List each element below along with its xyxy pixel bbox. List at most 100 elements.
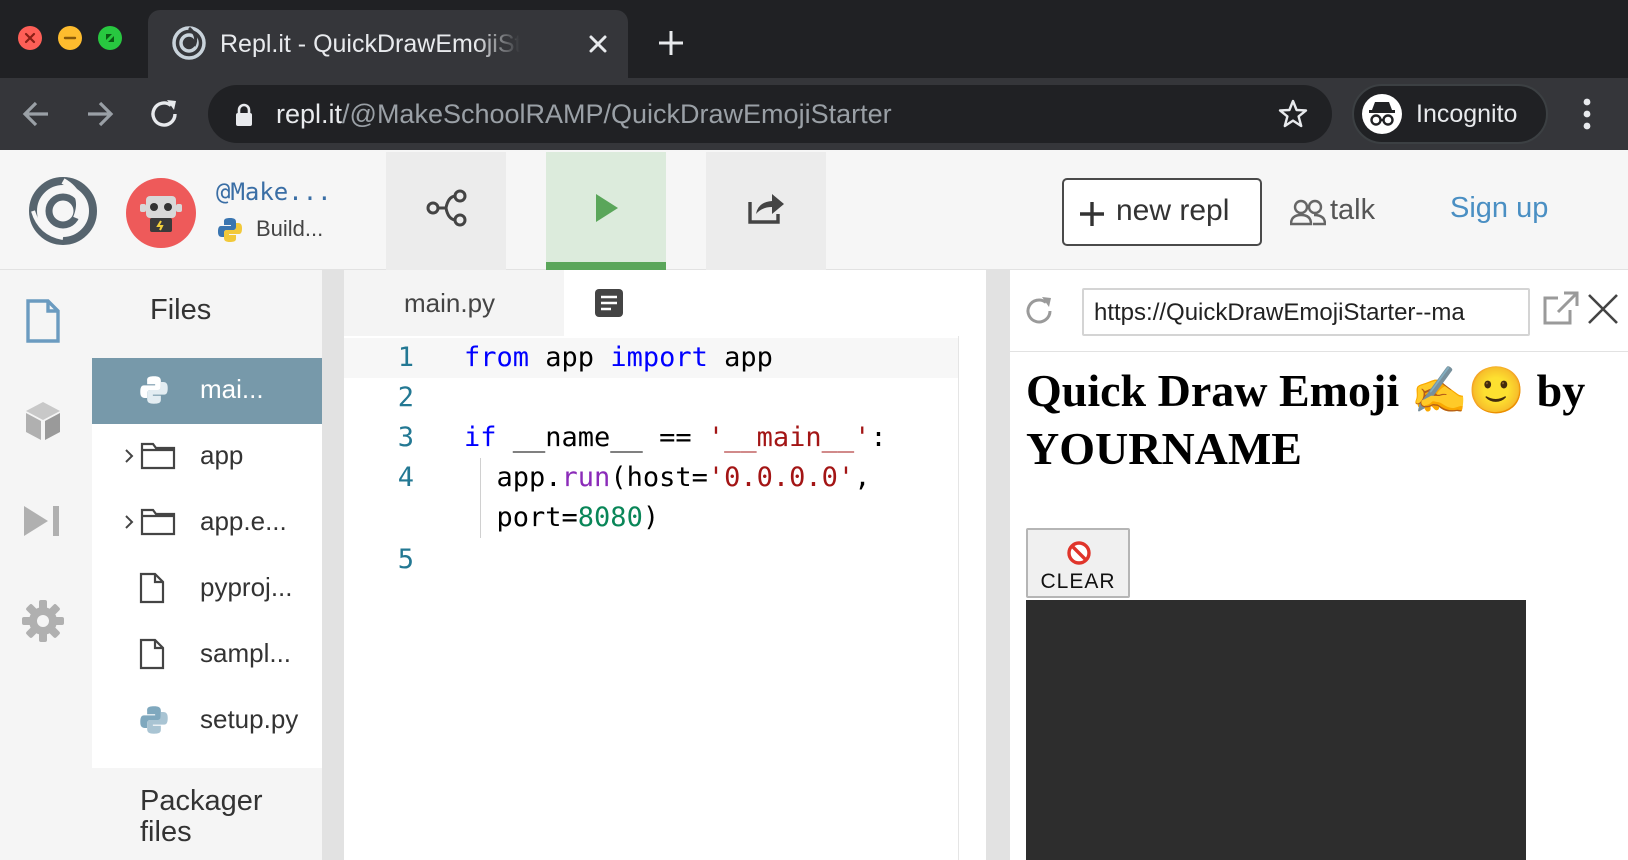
- drawing-canvas[interactable]: [1026, 600, 1526, 860]
- url-path: /@MakeSchoolRAMP/QuickDrawEmojiStarter: [342, 99, 892, 129]
- signup-link[interactable]: Sign up: [1450, 192, 1548, 225]
- talk-link[interactable]: talk: [1290, 194, 1390, 230]
- new-repl-label: new repl: [1116, 194, 1230, 227]
- repl-header: @Make... Build... new repl talk Sign up: [0, 150, 1628, 270]
- python-icon: [140, 376, 168, 404]
- file-icon: [139, 572, 165, 604]
- share-icon: [748, 194, 784, 224]
- browser-toolbar: repl.it/@MakeSchoolRAMP/QuickDrawEmojiSt…: [0, 78, 1628, 150]
- new-repl-button[interactable]: new repl: [1062, 178, 1262, 246]
- python-icon: [218, 218, 242, 242]
- clear-button[interactable]: CLEAR: [1026, 528, 1130, 598]
- output-webview: https://QuickDrawEmojiStarter--ma Quick …: [1010, 270, 1628, 860]
- editor-scrollbar[interactable]: [958, 336, 986, 860]
- open-external-icon[interactable]: [1542, 290, 1580, 326]
- file-icon: [139, 638, 165, 670]
- file-item-sample[interactable]: sampl...: [92, 622, 322, 688]
- file-list: mai... app app.e... pyproj... sampl... s…: [92, 358, 322, 768]
- share-button[interactable]: [706, 152, 826, 270]
- star-icon[interactable]: [1278, 99, 1308, 129]
- editor-tab-area: [564, 270, 986, 336]
- close-icon[interactable]: [584, 30, 612, 58]
- file-item-main[interactable]: mai...: [92, 358, 322, 424]
- window-minimize-button[interactable]: [58, 26, 82, 50]
- packager-files-title: Packager files: [140, 785, 263, 848]
- line-number: 4: [397, 462, 414, 493]
- reload-icon[interactable]: [146, 96, 182, 132]
- panel-resize-handle[interactable]: [322, 270, 344, 860]
- file-label: app.e...: [200, 506, 287, 536]
- editor-tab-bar: main.py: [344, 270, 986, 336]
- maximize-icon: [106, 34, 114, 42]
- code-line: if __name__ == '__main__':: [464, 422, 887, 453]
- code-line: port=8080): [464, 502, 660, 533]
- avatar[interactable]: [126, 178, 196, 248]
- plus-icon: [1080, 202, 1104, 226]
- close-icon[interactable]: [1586, 292, 1620, 326]
- replit-logo-icon: [172, 26, 206, 60]
- tab-main-py[interactable]: main.py: [344, 270, 564, 336]
- page-heading: Quick Draw Emoji ✍️🙂 by YOURNAME: [1026, 365, 1586, 474]
- address-bar[interactable]: repl.it/@MakeSchoolRAMP/QuickDrawEmojiSt…: [208, 85, 1332, 143]
- file-item-app[interactable]: app: [92, 424, 322, 490]
- tab-label: main.py: [404, 288, 496, 318]
- file-item-app-e[interactable]: app.e...: [92, 490, 322, 556]
- incognito-label: Incognito: [1416, 100, 1518, 128]
- prohibited-icon: [1067, 541, 1091, 565]
- code-line: from app import app: [464, 342, 773, 373]
- line-number: 2: [397, 382, 414, 413]
- python-icon: [140, 706, 168, 734]
- chevron-right-icon: [125, 515, 134, 529]
- code-editor: main.py 1 2 3 4 5 from app import app if…: [344, 270, 986, 860]
- webview-url-input[interactable]: https://QuickDrawEmojiStarter--ma: [1082, 288, 1530, 336]
- chevron-right-icon: [125, 449, 134, 463]
- browser-tab[interactable]: Repl.it - QuickDrawEmojiStarter: [148, 10, 628, 78]
- file-label: sampl...: [200, 638, 292, 668]
- back-arrow-icon[interactable]: [18, 96, 54, 132]
- file-label: mai...: [200, 374, 264, 404]
- clear-label: CLEAR: [1040, 570, 1116, 593]
- sidebar-rail: [0, 270, 92, 860]
- repl-owner[interactable]: @Make...: [216, 178, 332, 206]
- fork-button[interactable]: [386, 152, 506, 270]
- window-maximize-button[interactable]: [98, 26, 122, 50]
- file-label: setup.py: [200, 704, 299, 734]
- forward-arrow-icon[interactable]: [82, 96, 118, 132]
- panel-resize-handle[interactable]: [986, 270, 1010, 860]
- file-item-pyproject[interactable]: pyproj...: [92, 556, 322, 622]
- window-close-button[interactable]: [18, 26, 42, 50]
- minimize-icon: [63, 36, 77, 40]
- url-text: repl.it/@MakeSchoolRAMP/QuickDrawEmojiSt…: [276, 99, 892, 130]
- talk-icon: [1290, 199, 1326, 226]
- gear-icon[interactable]: [20, 598, 66, 644]
- folder-icon: [140, 508, 176, 536]
- line-number: 3: [397, 422, 414, 453]
- folder-icon: [140, 442, 176, 470]
- file-item-setup[interactable]: setup.py: [92, 688, 322, 754]
- file-icon[interactable]: [20, 298, 66, 344]
- webview-toolbar: https://QuickDrawEmojiStarter--ma: [1010, 270, 1628, 352]
- repl-description: Build...: [256, 216, 324, 241]
- debugger-icon[interactable]: [20, 498, 66, 544]
- code-line: app.run(host='0.0.0.0',: [464, 462, 871, 493]
- kebab-menu-icon[interactable]: [1580, 96, 1594, 132]
- lock-icon: [236, 103, 252, 126]
- line-number: 5: [397, 544, 414, 575]
- incognito-badge[interactable]: Incognito: [1352, 84, 1548, 144]
- incognito-icon: [1362, 94, 1402, 134]
- reload-icon[interactable]: [1022, 294, 1056, 328]
- fork-icon: [426, 189, 467, 227]
- file-label: pyproj...: [200, 572, 293, 602]
- browser-tab-bar: Repl.it - QuickDrawEmojiStarter: [0, 0, 1628, 78]
- format-icon[interactable]: [594, 288, 624, 318]
- run-button[interactable]: [546, 152, 666, 270]
- plus-icon[interactable]: [656, 28, 686, 58]
- replit-logo-icon[interactable]: [28, 176, 98, 246]
- file-panel: Files mai... app app.e... pyproj... samp…: [92, 270, 322, 860]
- package-icon[interactable]: [20, 398, 66, 444]
- play-icon: [596, 194, 618, 222]
- line-number: 1: [397, 342, 414, 373]
- file-label: app: [200, 440, 244, 470]
- code-area[interactable]: 1 2 3 4 5 from app import app if __name_…: [344, 336, 986, 860]
- close-icon: [24, 32, 36, 44]
